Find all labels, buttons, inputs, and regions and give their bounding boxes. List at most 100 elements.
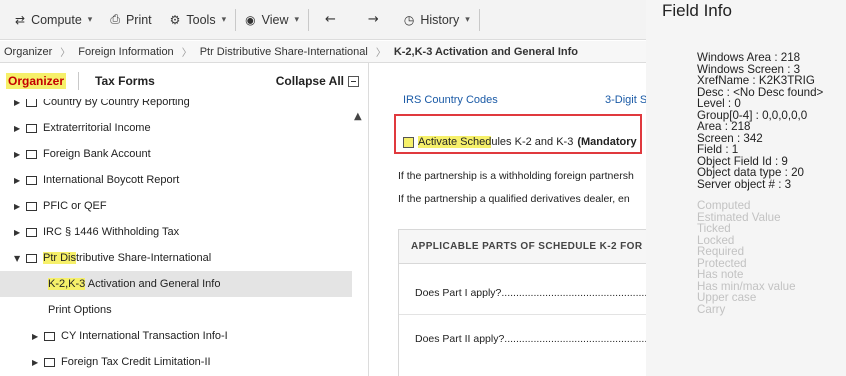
- toolbar: ⇄ Compute ▾ ⎙ Print ⚙ Tools ▾ ◉ View ▾ ←…: [0, 0, 646, 40]
- scroll-up-icon[interactable]: ▲: [354, 111, 362, 122]
- tree-item-pfic-qef[interactable]: ▶ PFIC or QEF: [0, 193, 352, 219]
- field-info-line: Windows Area : 218: [697, 51, 801, 64]
- tools-menu[interactable]: ⚙ Tools ▾: [161, 0, 235, 40]
- compute-menu[interactable]: ⇄ Compute ▾: [6, 0, 101, 40]
- field-info-line: Area : 218: [697, 120, 751, 133]
- eye-icon: ◉: [245, 12, 256, 27]
- highlighted-text: K-2,K-3: [48, 278, 86, 290]
- tree-item-label: Country By Country Reporting: [43, 99, 190, 108]
- tree-item-print-options[interactable]: Print Options: [0, 297, 352, 323]
- withholding-partnership-text: If the partnership is a withholding fore…: [398, 170, 634, 182]
- three-digit-link[interactable]: 3-Digit S: [605, 94, 646, 106]
- folder-icon: [26, 227, 37, 237]
- expand-arrow-icon: ▶: [14, 227, 21, 237]
- folder-icon: [26, 175, 37, 185]
- tree-item-label: Ptr Distributive Share-International: [43, 252, 211, 264]
- tree-item-label: Foreign Bank Account: [43, 148, 151, 160]
- tree-item-k2-k3-activation[interactable]: K-2,K-3 Activation and General Info: [0, 271, 352, 297]
- tree-item-extraterritorial-income[interactable]: ▶ Extraterritorial Income: [0, 115, 352, 141]
- folder-icon: [44, 357, 55, 367]
- expand-arrow-icon: ▶: [32, 357, 39, 367]
- view-menu[interactable]: ◉ View ▾: [236, 0, 308, 40]
- collapse-icon: [348, 75, 359, 87]
- field-info-lines: Windows Area : 218 Windows Screen : 3 Xr…: [697, 52, 823, 315]
- compute-icon: ⇄: [15, 12, 26, 27]
- history-label: History: [420, 12, 460, 27]
- tree-item-ptr-distributive-share[interactable]: ▼ Ptr Distributive Share-International: [0, 245, 352, 271]
- print-button[interactable]: ⎙ Print: [101, 0, 160, 40]
- tree-item-label: Extraterritorial Income: [43, 122, 151, 134]
- tree-item-label: International Boycott Report: [43, 174, 180, 186]
- activate-checkbox[interactable]: [403, 136, 414, 148]
- breadcrumb-foreign-information[interactable]: Foreign Information: [78, 46, 173, 58]
- history-menu[interactable]: ◷ History ▾: [395, 0, 479, 40]
- gear-icon: ⚙: [169, 12, 181, 27]
- compute-label: Compute: [31, 12, 82, 27]
- row-divider: [399, 314, 646, 315]
- field-flag-upper-case: Upper case: [697, 291, 757, 304]
- print-label: Print: [125, 12, 152, 27]
- chevron-down-icon: ▾: [221, 14, 227, 25]
- qualified-dealer-text: If the partnership a qualified derivativ…: [398, 193, 630, 205]
- back-arrow-icon[interactable]: ←: [309, 12, 352, 27]
- tree-item-international-boycott[interactable]: ▶ International Boycott Report: [0, 167, 352, 193]
- tree-item-foreign-tax-credit[interactable]: ▶ Foreign Tax Credit Limitation-II: [0, 349, 352, 375]
- tree-item-label: IRC § 1446 Withholding Tax: [43, 226, 180, 238]
- applicable-parts-title: APPLICABLE PARTS OF SCHEDULE K-2 FOR: [399, 230, 646, 264]
- field-flag-carry: Carry: [697, 302, 726, 316]
- part2-question: Does Part II apply?.....................…: [415, 333, 646, 345]
- organizer-panel: Organizer Tax Forms Collapse All ▶ Count…: [0, 63, 369, 376]
- folder-icon: [26, 99, 37, 107]
- tree-item-label: CY International Transaction Info-I: [61, 330, 228, 342]
- chevron-down-icon: ▾: [465, 14, 470, 25]
- tab-tax-forms[interactable]: Tax Forms: [95, 74, 155, 88]
- forward-arrow-icon[interactable]: →: [352, 12, 395, 27]
- part1-question: Does Part I apply?......................…: [415, 287, 646, 299]
- tab-divider: [78, 72, 80, 90]
- tree-item-foreign-bank-account[interactable]: ▶ Foreign Bank Account: [0, 141, 352, 167]
- expand-arrow-icon: ▶: [14, 201, 21, 211]
- label-rest: tributive Share-International: [76, 252, 212, 264]
- expand-arrow-icon: ▶: [32, 331, 39, 341]
- tree-item-label: Print Options: [48, 304, 112, 316]
- breadcrumb-organizer[interactable]: Organizer: [4, 46, 52, 58]
- irs-country-codes-link[interactable]: IRS Country Codes: [403, 94, 498, 106]
- breadcrumb-ptr-distributive-share[interactable]: Ptr Distributive Share-International: [200, 46, 368, 58]
- collapse-all-button[interactable]: Collapse All: [276, 74, 359, 88]
- mandatory-label: (Mandatory: [577, 136, 637, 148]
- breadcrumb-chevron-icon: 〉: [375, 48, 386, 59]
- tree-item-irc-1446[interactable]: ▶ IRC § 1446 Withholding Tax: [0, 219, 352, 245]
- highlighted-text: Ptr Dis: [43, 252, 76, 264]
- field-flag-computed: Computed: [697, 199, 751, 212]
- tab-organizer[interactable]: Organizer: [6, 73, 67, 89]
- field-info-line: Level : 0: [697, 97, 741, 110]
- expand-arrow-icon: ▶: [14, 149, 21, 159]
- printer-icon: ⎙: [110, 12, 120, 26]
- activate-k2-k3-checkbox-row[interactable]: Activate Sched ules K-2 and K-3 (Mandator…: [403, 136, 637, 148]
- breadcrumb-chevron-icon: 〉: [181, 48, 192, 59]
- field-flag-has-note: Has note: [697, 268, 744, 281]
- tree-item-label: PFIC or QEF: [43, 200, 107, 212]
- applicable-parts-section: APPLICABLE PARTS OF SCHEDULE K-2 FOR Doe…: [398, 229, 646, 376]
- history-icon: ◷: [403, 12, 415, 27]
- field-info-line: Object data type : 20: [697, 166, 804, 179]
- tools-label: Tools: [186, 12, 216, 27]
- view-label: View: [261, 12, 289, 27]
- field-info-title: Field Info: [662, 1, 732, 20]
- label-rest: Activation and General Info: [85, 278, 221, 290]
- folder-icon: [26, 253, 37, 263]
- tree-item-country-by-country[interactable]: ▶ Country By Country Reporting: [0, 99, 352, 115]
- field-flag-required: Required: [697, 245, 745, 258]
- collapse-arrow-icon: ▼: [14, 253, 21, 263]
- annotation-red-box: [394, 114, 642, 154]
- tree-item-cy-international-transaction[interactable]: ▶ CY International Transaction Info-I: [0, 323, 352, 349]
- organizer-tree: ▶ Country By Country Reporting ▶ Extrate…: [0, 99, 352, 376]
- breadcrumb: Organizer 〉 Foreign Information 〉 Ptr Di…: [0, 41, 646, 63]
- field-flag-ticked: Ticked: [697, 222, 731, 235]
- form-area: IRS Country Codes 3-Digit S Activate Sch…: [370, 63, 646, 376]
- expand-arrow-icon: ▶: [14, 123, 21, 133]
- field-info-line: Server object # : 3: [697, 177, 792, 191]
- folder-icon: [26, 123, 37, 133]
- activate-label: ules K-2 and K-3: [491, 136, 574, 148]
- breadcrumb-chevron-icon: 〉: [60, 48, 71, 59]
